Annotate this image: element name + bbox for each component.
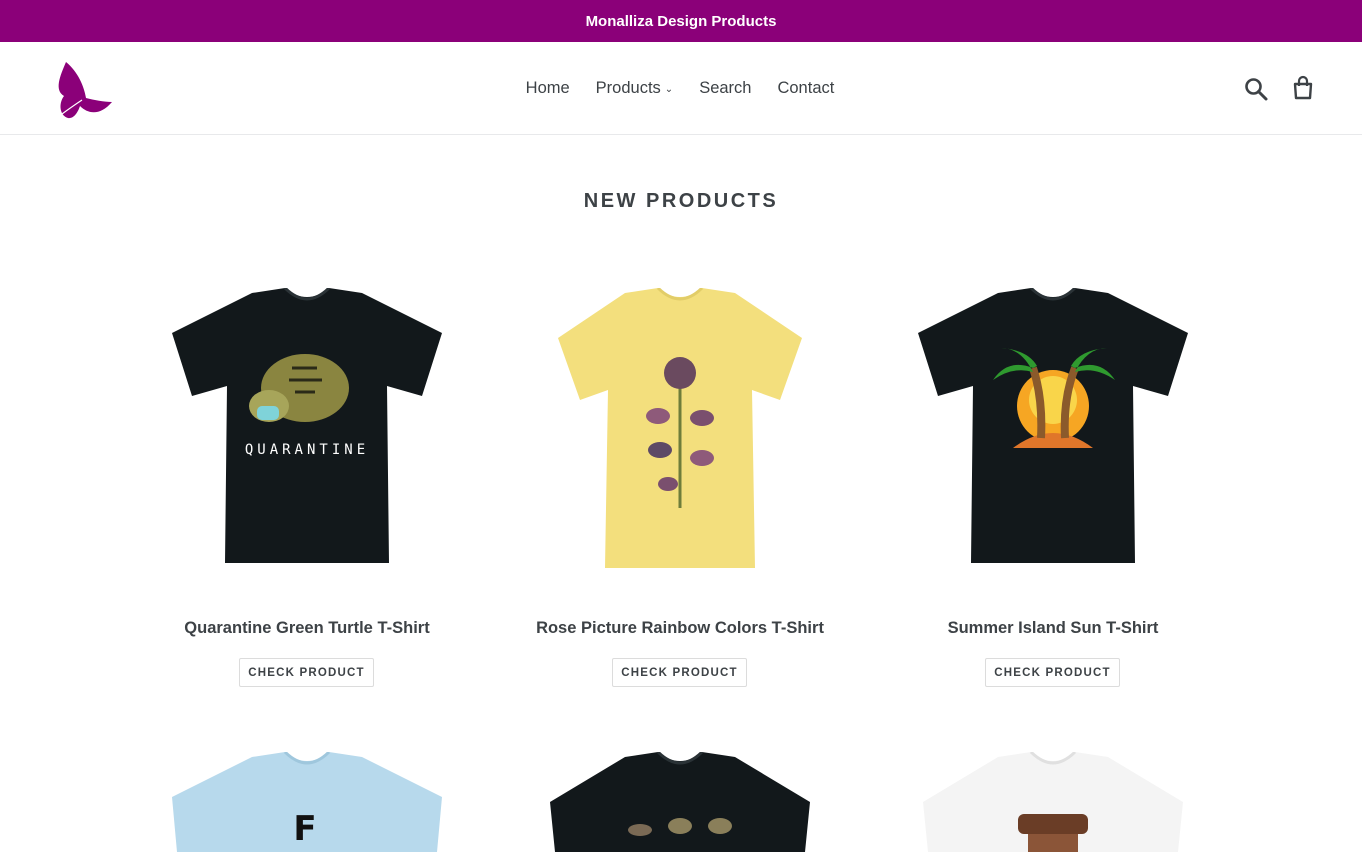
check-product-button[interactable]: CHECK PRODUCT	[239, 658, 374, 687]
nav-contact[interactable]: Contact	[777, 79, 834, 98]
product-image[interactable]	[903, 288, 1203, 588]
check-product-button[interactable]: CHECK PRODUCT	[612, 658, 747, 687]
product-title[interactable]: Rose Picture Rainbow Colors T-Shirt	[490, 619, 870, 638]
nav-products[interactable]: Products ⌄	[596, 79, 674, 98]
product-image[interactable]	[530, 752, 830, 852]
announcement-bar: Monalliza Design Products	[0, 0, 1362, 42]
product-image[interactable]	[903, 752, 1203, 852]
main-nav: Home Products ⌄ Search Contact	[0, 42, 1362, 134]
chevron-down-icon: ⌄	[664, 83, 674, 95]
site-header: Home Products ⌄ Search Contact	[0, 42, 1362, 135]
announcement-text: Monalliza Design Products	[585, 12, 777, 30]
check-product-button[interactable]: CHECK PRODUCT	[985, 658, 1120, 687]
shirt-graphic-text: F	[293, 809, 316, 849]
search-icon[interactable]	[1243, 76, 1269, 102]
nav-search[interactable]: Search	[699, 79, 751, 98]
product-image[interactable]: F	[157, 752, 457, 852]
shirt-graphic-text: QUARANTINE	[245, 442, 369, 458]
product-image[interactable]	[530, 288, 830, 588]
cart-icon[interactable]	[1290, 75, 1316, 101]
product-image[interactable]: QUARANTINE	[157, 288, 457, 588]
nav-home[interactable]: Home	[526, 79, 570, 98]
product-title[interactable]: Quarantine Green Turtle T-Shirt	[117, 619, 497, 638]
section-title: NEW PRODUCTS	[583, 190, 779, 212]
product-title[interactable]: Summer Island Sun T-Shirt	[863, 619, 1243, 638]
